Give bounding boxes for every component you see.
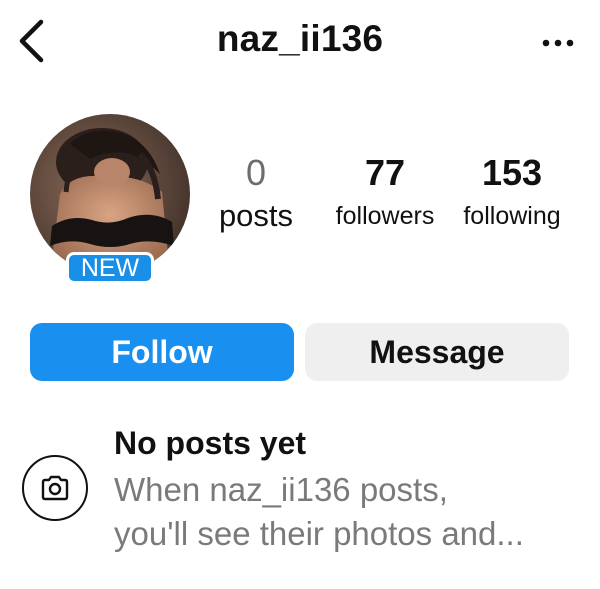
camera-icon-circle [22,455,88,521]
message-button[interactable]: Message [305,323,569,381]
following-stat[interactable]: 153 following [452,153,572,231]
posts-label: posts [218,198,294,233]
avatar-container[interactable] [30,114,190,274]
followers-count: 77 [364,152,406,193]
followers-stat[interactable]: 77 followers [324,153,446,231]
profile-header: naz_ii136 [0,0,600,86]
posts-stat: 0 posts [204,152,308,233]
following-count: 153 [481,152,543,193]
following-label: following [463,202,561,230]
camera-icon [41,475,69,501]
more-horizontal-icon [542,39,574,47]
page-title: naz_ii136 [216,18,384,59]
posts-count: 0 [245,152,267,193]
follow-button[interactable]: Follow [30,323,294,381]
empty-state-line-2: you'll see their photos and... [114,515,524,552]
empty-state-title: No posts yet [114,425,307,461]
new-badge: NEW [66,252,154,284]
empty-state-message: When naz_ii136 posts, you'll see their p… [114,468,584,556]
followers-label: followers [335,202,435,230]
more-options-button[interactable] [536,26,580,60]
avatar [30,114,190,274]
empty-state-line-1: When naz_ii136 posts, [114,471,448,508]
